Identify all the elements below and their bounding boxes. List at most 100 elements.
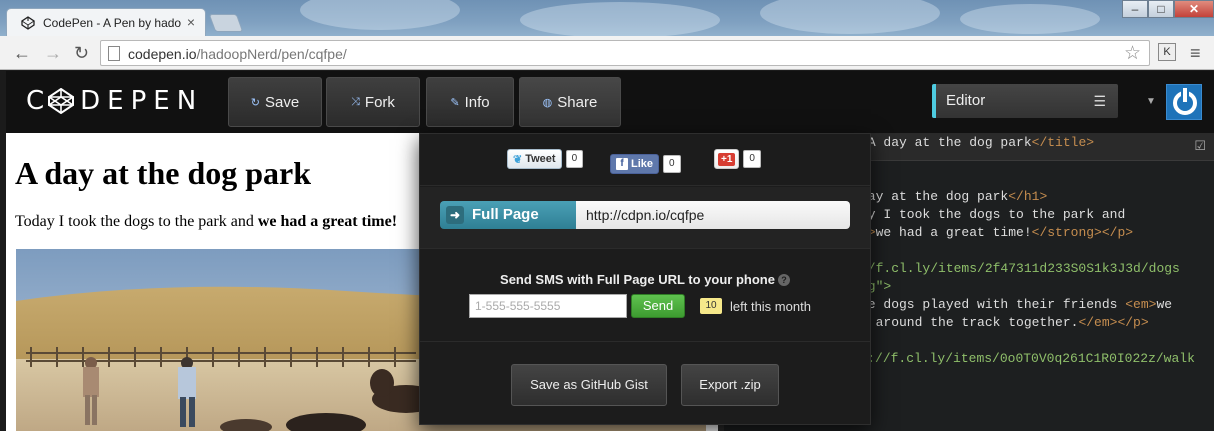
code-token: ay I took the dogs to the park and [860, 207, 1126, 222]
tweet-button[interactable]: ❦ Tweet [507, 149, 562, 169]
view-select-label: Editor [946, 92, 986, 109]
sms-remaining-badge: 10 [700, 298, 722, 314]
user-menu-caret-icon[interactable]: ▼ [1146, 96, 1156, 107]
browser-tabstrip: CodePen - A Pen by hado × – □ ✕ [0, 0, 1214, 36]
like-button[interactable]: f Like [610, 154, 660, 174]
code-token: <em> [1125, 297, 1157, 312]
maximize-icon: □ [1157, 2, 1165, 16]
codepen-cube-icon [48, 88, 75, 114]
share-popup: ❦ Tweet 0 f Like 0 +1 0 ➜ Full Page http:/… [419, 133, 871, 425]
code-token: </em></p> [1078, 315, 1149, 330]
code-token: he dogs played with their friends [860, 297, 1126, 312]
window-maximize-button[interactable]: □ [1148, 0, 1174, 18]
intro-paragraph: Today I took the dogs to the park and we… [15, 213, 397, 231]
code-line: he dogs played with their friends <em>we [860, 297, 1172, 312]
tweet-widget[interactable]: ❦ Tweet 0 [507, 149, 584, 169]
gplus-count: 0 [743, 150, 761, 168]
codepen-logo[interactable]: C DEPEN [26, 85, 203, 117]
codepen-header: C DEPEN ↻ Save ⤨ Fork ✎ Info ◍ Share Edi… [6, 71, 1214, 133]
intro-bold-text: we had a great time! [257, 213, 398, 230]
fork-icon: ⤨ [351, 95, 360, 108]
view-select[interactable]: Editor ☰ [932, 84, 1118, 118]
back-arrow-icon[interactable]: ← [13, 43, 31, 63]
full-page-url-field[interactable]: http://cdpn.io/cqfpe [576, 201, 850, 229]
close-icon: ✕ [1188, 2, 1200, 16]
phone-input[interactable] [469, 294, 627, 318]
code-token: day at the dog park [860, 189, 1009, 204]
address-url: codepen.io/hadoopNerd/pen/cqfpe/ [128, 46, 347, 62]
save-icon: ↻ [250, 96, 260, 109]
arrow-right-icon: ➜ [446, 206, 464, 224]
code-token: //f.cl.ly/items/2f47311d233S0S1k3J3d/dog… [860, 261, 1180, 276]
code-token: A day at the dog park [867, 135, 1032, 150]
code-line: //f.cl.ly/items/2f47311d233S0S1k3J3d/dog… [860, 261, 1180, 276]
forward-arrow-icon[interactable]: → [44, 43, 62, 63]
browser-tab[interactable]: CodePen - A Pen by hado × [6, 8, 206, 36]
full-page-row: ➜ Full Page http://cdpn.io/cqfpe [420, 187, 870, 249]
full-page-button[interactable]: ➜ Full Page [440, 201, 576, 229]
logo-letter: C [26, 86, 45, 116]
browser-toolbar: ← → ↻ codepen.io/hadoopNerd/pen/cqfpe/ ☆ [0, 36, 1214, 70]
export-zip-button[interactable]: Export .zip [681, 364, 779, 406]
window-minimize-button[interactable]: – [1122, 0, 1148, 18]
save-button[interactable]: ↻ Save [228, 77, 322, 127]
like-widget[interactable]: f Like 0 [610, 154, 681, 174]
gplus-label: +1 [718, 152, 736, 166]
code-token: </title> [1031, 135, 1095, 150]
logo-text: DEPEN [80, 86, 204, 116]
like-label: Like [631, 158, 654, 170]
url-host: codepen.io [128, 46, 197, 62]
sms-remaining-text: left this month [730, 299, 811, 314]
fork-label: Fork [364, 93, 395, 111]
list-icon: ☰ [1093, 93, 1106, 109]
tab-close-icon[interactable]: × [187, 14, 195, 30]
minimize-icon: – [1131, 2, 1139, 16]
share-label: Share [557, 93, 598, 111]
twitter-bird-icon: ❦ [513, 153, 523, 166]
tweet-count: 0 [565, 150, 584, 168]
avatar[interactable] [1166, 84, 1202, 120]
code-line: >A day at the dog park</title> [860, 135, 1094, 150]
send-button[interactable]: Send [631, 294, 685, 318]
globe-icon: ◍ [542, 96, 553, 109]
sms-title-text: Send SMS with Full Page URL to your phon… [500, 272, 775, 287]
address-bar[interactable]: codepen.io/hadoopNerd/pen/cqfpe/ ☆ [100, 40, 1150, 66]
intro-text: Today I took the dogs to the park and [15, 213, 258, 230]
code-token: </h1> [1008, 189, 1048, 204]
info-button[interactable]: ✎ Info [426, 77, 514, 127]
sms-title: Send SMS with Full Page URL to your phon… [420, 272, 870, 287]
save-gist-button[interactable]: Save as GitHub Gist [511, 364, 667, 406]
fork-button[interactable]: ⤨ Fork [326, 77, 420, 127]
browser-menu-icon[interactable]: ≡ [1190, 44, 1201, 62]
info-label: Info [464, 93, 490, 111]
gplus-button[interactable]: +1 [714, 149, 740, 169]
page-title: A day at the dog park [15, 155, 312, 191]
save-label: Save [265, 93, 300, 111]
window-close-button[interactable]: ✕ [1174, 0, 1214, 18]
codepen-favicon-icon [21, 16, 35, 30]
code-token: k around the track together. [860, 315, 1079, 330]
full-page-url: http://cdpn.io/cqfpe [586, 207, 705, 223]
bookmark-star-icon[interactable]: ☆ [1124, 42, 1141, 65]
extension-icon[interactable]: K [1158, 43, 1176, 61]
code-token: we [1156, 297, 1173, 312]
code-token: we had a great time! [875, 225, 1032, 240]
edit-icon: ✎ [450, 96, 460, 109]
tweet-label: Tweet [525, 153, 556, 165]
sms-section: Send SMS with Full Page URL to your phon… [420, 250, 870, 342]
code-line: ay I took the dogs to the park and [860, 207, 1125, 222]
help-icon[interactable]: ? [777, 274, 790, 286]
like-count: 0 [663, 155, 681, 173]
share-button[interactable]: ◍ Share [519, 77, 621, 127]
social-buttons: ❦ Tweet 0 f Like 0 +1 0 [420, 134, 870, 186]
reload-icon[interactable]: ↻ [74, 43, 89, 63]
new-tab-button[interactable] [208, 14, 244, 32]
checkbox-icon[interactable]: ☑ [1194, 138, 1206, 154]
gplus-widget[interactable]: +1 0 [714, 149, 761, 169]
power-icon-bar [1183, 88, 1187, 102]
facebook-icon: f [616, 158, 628, 170]
code-line: k around the track together.</em></p> [860, 315, 1149, 330]
code-token: "http://f.cl.ly/items/0o0T0V0q261C1R0I02… [828, 351, 1195, 366]
code-line: day at the dog park</h1> [860, 189, 1047, 204]
code-token: </strong></p> [1031, 225, 1134, 240]
